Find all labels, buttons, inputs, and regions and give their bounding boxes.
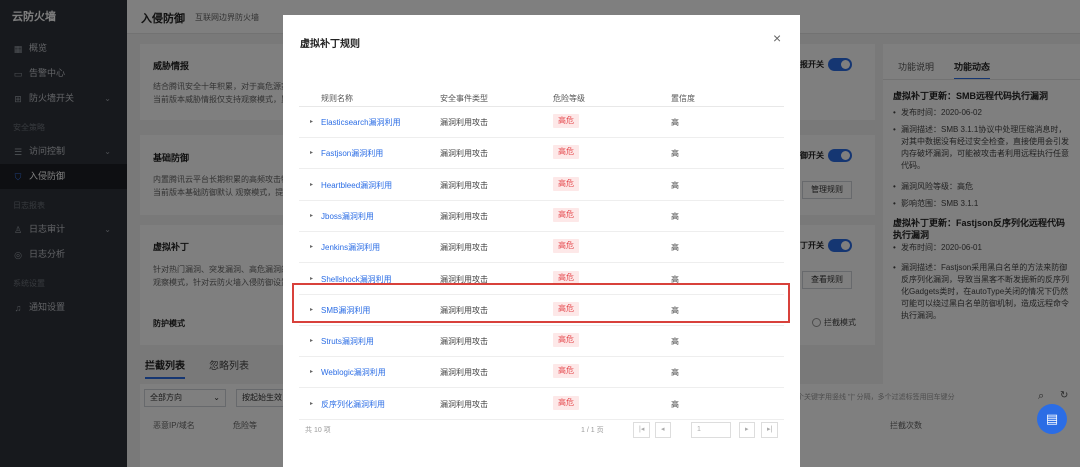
chat-icon: ▤ bbox=[1045, 411, 1059, 426]
last-page-button[interactable]: ▸| bbox=[761, 422, 779, 438]
rules-table-header: 规则名称 安全事件类型 危险等级 置信度 bbox=[299, 89, 784, 107]
confidence-cell: 高 bbox=[671, 180, 679, 190]
expand-arrow-icon[interactable]: ▸ bbox=[310, 368, 313, 375]
event-type-cell: 漏洞利用攻击 bbox=[440, 211, 488, 221]
risk-level-badge: 高危 bbox=[553, 333, 579, 348]
col-header-rule-name: 规则名称 bbox=[321, 94, 353, 103]
virtual-patch-rules-modal: 虚拟补丁规则 × 规则名称 安全事件类型 危险等级 置信度 ▸ Elasticse… bbox=[283, 15, 800, 467]
confidence-cell: 高 bbox=[671, 337, 679, 347]
risk-level-badge: 高危 bbox=[553, 364, 579, 379]
expand-arrow-icon[interactable]: ▸ bbox=[310, 337, 313, 344]
pagination: 共 10 项 1 / 1 页 |◂ ◂ 1 ▸ ▸| bbox=[299, 420, 784, 440]
event-type-cell: 漏洞利用攻击 bbox=[440, 118, 488, 127]
event-type-cell: 漏洞利用攻击 bbox=[440, 243, 488, 253]
col-header-confidence: 置信度 bbox=[671, 94, 695, 103]
rule-name-link[interactable]: Jboss漏洞利用 bbox=[321, 211, 374, 222]
event-type-cell: 漏洞利用攻击 bbox=[440, 368, 488, 378]
rule-name-link[interactable]: Fastjson漏洞利用 bbox=[321, 148, 383, 159]
rule-row[interactable]: ▸ Jenkins漏洞利用 漏洞利用攻击 高危 高 bbox=[299, 232, 784, 264]
highlight-box bbox=[292, 283, 790, 323]
modal-title: 虚拟补丁规则 bbox=[300, 39, 360, 50]
rule-row[interactable]: ▸ Jboss漏洞利用 漏洞利用攻击 高危 高 bbox=[299, 201, 784, 232]
risk-level-badge: 高危 bbox=[553, 239, 579, 254]
expand-arrow-icon[interactable]: ▸ bbox=[310, 275, 313, 282]
close-icon[interactable]: × bbox=[773, 31, 781, 45]
expand-arrow-icon[interactable]: ▸ bbox=[310, 400, 313, 407]
risk-level-badge: 高危 bbox=[553, 145, 579, 160]
confidence-cell: 高 bbox=[671, 243, 679, 253]
rule-name-link[interactable]: Weblogic漏洞利用 bbox=[321, 367, 386, 378]
expand-arrow-icon[interactable]: ▸ bbox=[310, 181, 313, 188]
risk-level-badge: 高危 bbox=[553, 207, 579, 222]
rule-name-link[interactable]: Elasticsearch漏洞利用 bbox=[321, 117, 401, 128]
risk-level-badge: 高危 bbox=[553, 176, 579, 191]
rule-name-link[interactable]: Jenkins漏洞利用 bbox=[321, 242, 380, 253]
expand-arrow-icon[interactable]: ▸ bbox=[310, 149, 313, 156]
rule-row[interactable]: ▸ Weblogic漏洞利用 漏洞利用攻击 高危 高 bbox=[299, 357, 784, 389]
page-number-select[interactable]: 1 bbox=[691, 422, 731, 438]
expand-arrow-icon[interactable]: ▸ bbox=[310, 118, 313, 125]
confidence-cell: 高 bbox=[671, 368, 679, 378]
confidence-cell: 高 bbox=[671, 211, 679, 221]
confidence-cell: 高 bbox=[671, 118, 679, 127]
first-page-button[interactable]: |◂ bbox=[633, 422, 651, 438]
pagination-page-info: 1 / 1 页 bbox=[581, 427, 604, 434]
risk-level-badge: 高危 bbox=[553, 395, 579, 410]
rule-row[interactable]: ▸ 反序列化漏洞利用 漏洞利用攻击 高危 高 bbox=[299, 389, 784, 420]
event-type-cell: 漏洞利用攻击 bbox=[440, 399, 488, 409]
expand-arrow-icon[interactable]: ▸ bbox=[310, 212, 313, 219]
confidence-cell: 高 bbox=[671, 399, 679, 409]
pagination-total: 共 10 项 bbox=[305, 427, 331, 434]
rule-name-link[interactable]: Struts漏洞利用 bbox=[321, 336, 374, 347]
prev-page-button[interactable]: ◂ bbox=[655, 422, 671, 438]
rule-row[interactable]: ▸ Elasticsearch漏洞利用 漏洞利用攻击 高危 高 bbox=[299, 107, 784, 138]
col-header-event-type: 安全事件类型 bbox=[440, 94, 488, 103]
next-page-button[interactable]: ▸ bbox=[739, 422, 755, 438]
rule-row[interactable]: ▸ Heartbleed漏洞利用 漏洞利用攻击 高危 高 bbox=[299, 170, 784, 201]
event-type-cell: 漏洞利用攻击 bbox=[440, 337, 488, 347]
rule-name-link[interactable]: 反序列化漏洞利用 bbox=[321, 399, 385, 410]
expand-arrow-icon[interactable]: ▸ bbox=[310, 243, 313, 250]
rule-name-link[interactable]: Heartbleed漏洞利用 bbox=[321, 180, 392, 191]
rule-row[interactable]: ▸ Fastjson漏洞利用 漏洞利用攻击 高危 高 bbox=[299, 138, 784, 170]
confidence-cell: 高 bbox=[671, 149, 679, 159]
rule-row[interactable]: ▸ Struts漏洞利用 漏洞利用攻击 高危 高 bbox=[299, 326, 784, 358]
event-type-cell: 漏洞利用攻击 bbox=[440, 180, 488, 190]
chat-button[interactable]: ▤ bbox=[1037, 404, 1067, 434]
event-type-cell: 漏洞利用攻击 bbox=[440, 149, 488, 159]
risk-level-badge: 高危 bbox=[553, 114, 579, 128]
col-header-risk-level: 危险等级 bbox=[553, 94, 585, 103]
